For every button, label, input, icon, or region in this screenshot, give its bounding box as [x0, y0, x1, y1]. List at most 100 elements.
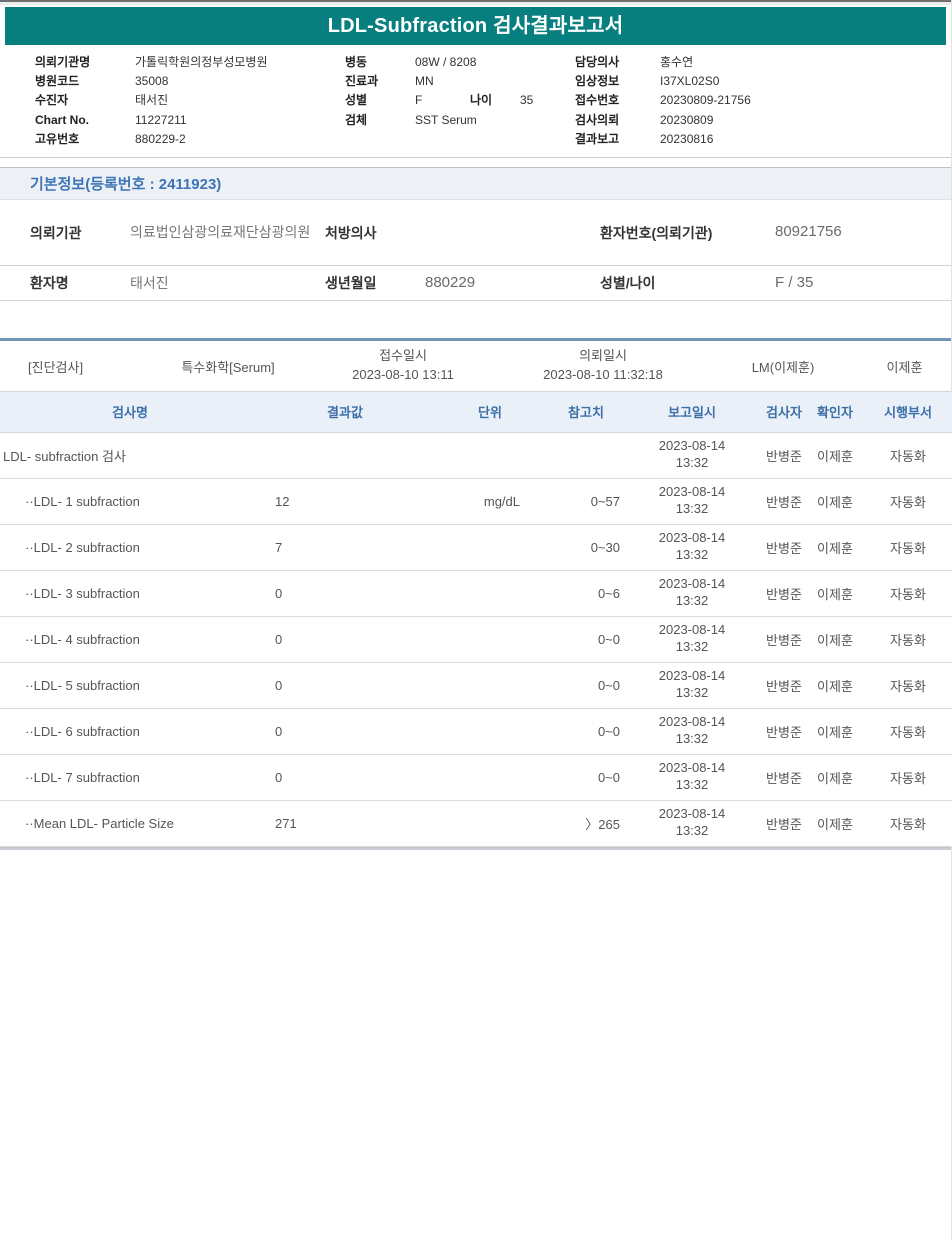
field-unique-no: 고유번호880229-2 [35, 130, 267, 149]
report-date: 2023-08-14 [622, 760, 762, 777]
field-sex-age: 성별F나이35 [345, 91, 533, 110]
field-ward: 병동08W / 8208 [345, 53, 533, 72]
cell-result: 12 [260, 478, 430, 524]
col-unit: 단위 [430, 392, 550, 432]
cell-result: 0 [260, 570, 430, 616]
value-birth-date: 880229 [425, 273, 600, 293]
field-value: 홍수연 [660, 55, 693, 69]
results-header-row: 검사명 결과값 단위 참고치 보고일시 검사자 확인자 시행부서 [0, 392, 952, 432]
col-test-name: 검사명 [0, 392, 260, 432]
field-clinical-info: 임상정보I37XL02S0 [575, 72, 751, 91]
header-group-left: 의뢰기관명가톨릭학원의정부성모병원 병원코드35008 수진자태서진 Chart… [35, 53, 267, 149]
cell-department: 자동화 [864, 662, 952, 708]
cell-unit [430, 616, 550, 662]
cell-test-name: ··LDL- 7 subfraction [0, 754, 260, 800]
cell-unit [430, 754, 550, 800]
meta-category: [진단검사] [28, 357, 148, 376]
results-meta-row: [진단검사] 특수화학[Serum] 접수일시 2023-08-10 13:11… [0, 341, 951, 392]
meta-signer: 이제훈 [858, 357, 951, 376]
cell-unit [430, 800, 550, 846]
cell-result: 271 [260, 800, 430, 846]
report-time: 13:32 [622, 639, 762, 656]
cell-result [260, 432, 430, 478]
result-row: ··LDL- 5 subfraction 0 0~0 2023-08-14 13… [0, 662, 952, 708]
cell-report-time: 2023-08-14 13:32 [622, 708, 762, 754]
field-value: 35008 [135, 74, 168, 88]
meta-request-datetime: 의뢰일시 2023-08-10 11:32:18 [498, 347, 708, 385]
report-date: 2023-08-14 [622, 714, 762, 731]
col-tester: 검사자 [762, 392, 806, 432]
meta-receipt-value: 2023-08-10 13:11 [308, 366, 498, 385]
cell-report-time: 2023-08-14 13:32 [622, 432, 762, 478]
field-value: I37XL02S0 [660, 74, 719, 88]
field-label: 의뢰기관명 [35, 53, 135, 72]
label-patient-no: 환자번호(의뢰기관) [600, 223, 775, 243]
result-row: ··LDL- 3 subfraction 0 0~6 2023-08-14 13… [0, 570, 952, 616]
report-date: 2023-08-14 [622, 530, 762, 547]
value-requesting-org: 의료법인삼광의료재단삼광의원 [130, 223, 325, 242]
basic-info-section-header: 기본정보(등록번호 : 2411923) [0, 167, 951, 200]
report-date: 2023-08-14 [622, 484, 762, 501]
report-date: 2023-08-14 [622, 438, 762, 455]
cell-reference: 0~6 [550, 570, 622, 616]
field-value: 08W / 8208 [415, 55, 476, 69]
report-date: 2023-08-14 [622, 576, 762, 593]
header-group-middle: 병동08W / 8208 진료과MN 성별F나이35 검체SST Serum [345, 53, 533, 130]
cell-department: 자동화 [864, 800, 952, 846]
value-sex-age: F / 35 [775, 273, 951, 293]
field-value: 20230809 [660, 113, 713, 127]
cell-unit: mg/dL [430, 478, 550, 524]
field-value: 880229-2 [135, 132, 186, 146]
cell-unit [430, 524, 550, 570]
results-bottom-divider [0, 847, 951, 850]
field-label: 결과보고 [575, 130, 660, 149]
cell-unit [430, 662, 550, 708]
field-label: 검사의뢰 [575, 111, 660, 130]
field-label: 수진자 [35, 91, 135, 110]
report-date: 2023-08-14 [622, 668, 762, 685]
meta-receipt-datetime: 접수일시 2023-08-10 13:11 [308, 347, 498, 385]
field-doctor: 담당의사홍수연 [575, 53, 751, 72]
label-prescribing-doctor: 처방의사 [325, 223, 425, 243]
report-page: LDL-Subfraction 검사결과보고서 의뢰기관명가톨릭학원의정부성모병… [0, 0, 952, 1240]
cell-confirmer: 이제훈 [806, 524, 864, 570]
field-label: 성별 [345, 91, 415, 110]
cell-reference: 0~0 [550, 662, 622, 708]
cell-test-name: ··LDL- 2 subfraction [0, 524, 260, 570]
field-value: 11227211 [135, 113, 187, 127]
field-value: 20230809-21756 [660, 93, 751, 107]
field-value: SST Serum [415, 113, 477, 127]
cell-tester: 반병준 [762, 754, 806, 800]
field-chart-no: Chart No.11227211 [35, 111, 267, 130]
cell-reference [550, 432, 622, 478]
result-row: LDL- subfraction 검사 2023-08-14 13:32 반병준… [0, 432, 952, 478]
cell-report-time: 2023-08-14 13:32 [622, 478, 762, 524]
report-time: 13:32 [622, 501, 762, 518]
basic-info-row-1: 의뢰기관 의료법인삼광의료재단삼광의원 처방의사 환자번호(의뢰기관) 8092… [0, 200, 951, 266]
cell-result: 0 [260, 662, 430, 708]
meta-test-group: 특수화학[Serum] [148, 357, 308, 376]
field-label: 진료과 [345, 72, 415, 91]
report-date: 2023-08-14 [622, 806, 762, 823]
label-sex-age: 성별/나이 [600, 273, 775, 293]
field-patient: 수진자태서진 [35, 91, 267, 110]
header-divider [0, 157, 951, 158]
cell-unit [430, 432, 550, 478]
cell-report-time: 2023-08-14 13:32 [622, 524, 762, 570]
cell-reference: 0~30 [550, 524, 622, 570]
field-label: 임상정보 [575, 72, 660, 91]
cell-tester: 반병준 [762, 478, 806, 524]
field-report-date: 결과보고20230816 [575, 130, 751, 149]
field-label: Chart No. [35, 111, 135, 130]
cell-department: 자동화 [864, 708, 952, 754]
col-report-time: 보고일시 [622, 392, 762, 432]
cell-test-name: ··LDL- 1 subfraction [0, 478, 260, 524]
result-row: ··LDL- 2 subfraction 7 0~30 2023-08-14 1… [0, 524, 952, 570]
report-time: 13:32 [622, 777, 762, 794]
result-row: ··LDL- 1 subfraction 12 mg/dL 0~57 2023-… [0, 478, 952, 524]
cell-tester: 반병준 [762, 800, 806, 846]
cell-department: 자동화 [864, 432, 952, 478]
cell-department: 자동화 [864, 754, 952, 800]
cell-confirmer: 이제훈 [806, 754, 864, 800]
field-hospital-name: 의뢰기관명가톨릭학원의정부성모병원 [35, 53, 267, 72]
